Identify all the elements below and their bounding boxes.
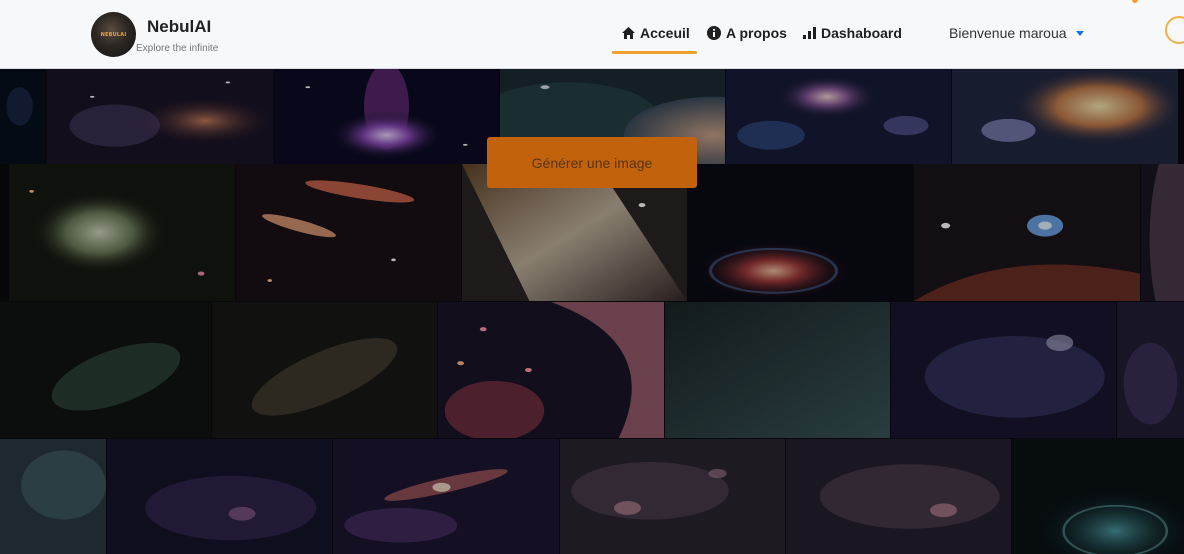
gallery-image[interactable] — [688, 164, 913, 301]
gallery-image[interactable] — [726, 68, 951, 164]
gallery-image[interactable] — [0, 68, 46, 164]
gallery-image[interactable] — [0, 164, 8, 301]
gallery-image[interactable] — [212, 302, 437, 438]
notification-dot — [1132, 0, 1138, 3]
brand-tagline: Explore the infinite — [136, 43, 219, 54]
gallery-image[interactable] — [914, 164, 1140, 301]
info-icon — [707, 26, 721, 40]
home-icon — [622, 27, 635, 39]
nav-about-label: A propos — [726, 25, 787, 41]
nav-about-link[interactable]: A propos — [707, 23, 787, 43]
gallery-image[interactable] — [1012, 439, 1184, 554]
nav-dashboard-label: Dashaboard — [821, 25, 902, 41]
nav-home-label: Acceuil — [640, 25, 690, 41]
gallery-image[interactable] — [1141, 164, 1184, 301]
gallery-image[interactable] — [560, 439, 785, 554]
gallery-image[interactable] — [665, 302, 890, 438]
gallery-image[interactable] — [0, 302, 211, 438]
gallery-image[interactable] — [0, 439, 106, 554]
gallery-image[interactable] — [236, 164, 461, 301]
brand-logo[interactable]: NEBULAI — [91, 12, 136, 57]
gallery-image[interactable] — [438, 302, 664, 438]
profile-ring-icon[interactable] — [1165, 16, 1184, 44]
user-menu-dropdown[interactable]: Bienvenue maroua — [949, 23, 1084, 43]
brand-name[interactable]: NebulAI — [147, 17, 211, 37]
gallery-image[interactable] — [891, 302, 1116, 438]
active-nav-indicator — [612, 51, 697, 54]
gallery-image[interactable] — [1117, 302, 1184, 438]
generate-image-button[interactable]: Générer une image — [487, 137, 697, 188]
gallery-image[interactable] — [786, 439, 1011, 554]
brand-logo-text: NEBULAI — [100, 32, 127, 38]
bar-chart-icon — [803, 27, 816, 39]
caret-down-icon — [1075, 30, 1084, 36]
gallery-image[interactable] — [107, 439, 332, 554]
gallery-image[interactable] — [9, 164, 235, 301]
nav-home-link[interactable]: Acceuil — [622, 23, 690, 43]
user-greeting: Bienvenue maroua — [949, 25, 1067, 41]
gallery-image[interactable] — [333, 439, 559, 554]
nav-dashboard-link[interactable]: Dashaboard — [803, 23, 902, 43]
navbar: NEBULAI NebulAI Explore the infinite Acc… — [0, 0, 1184, 69]
gallery-image[interactable] — [952, 68, 1178, 164]
gallery-image[interactable] — [47, 68, 273, 164]
gallery-image[interactable] — [274, 68, 499, 164]
